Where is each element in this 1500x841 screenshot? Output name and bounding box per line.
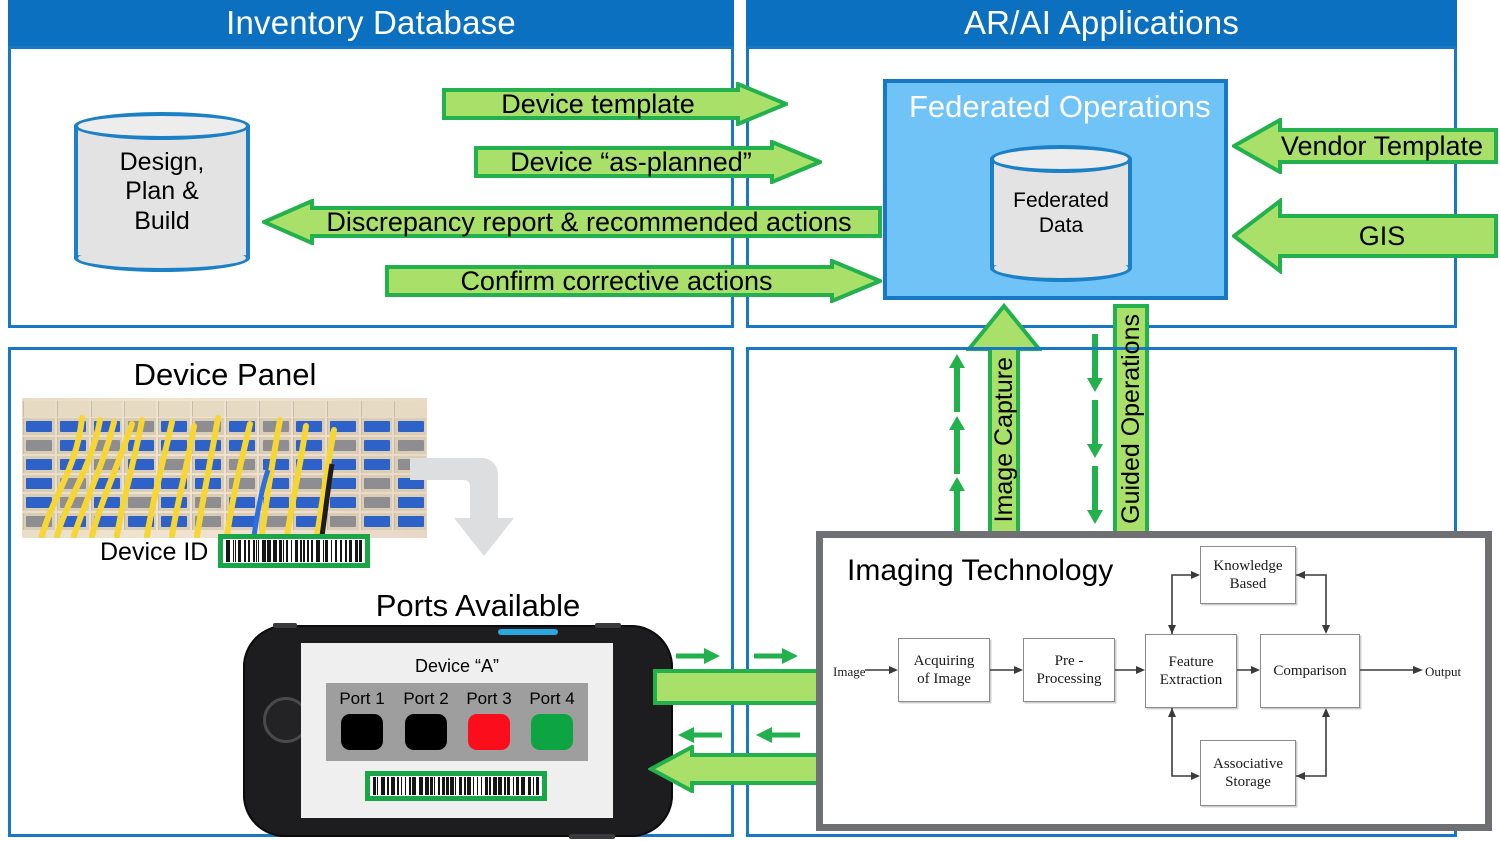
flow-arrow-label: Discrepancy report & recommended actions: [326, 206, 852, 237]
barcode-stripes: [223, 539, 365, 563]
arrow-left-icon: [648, 745, 824, 793]
cylinder-label: Design, Plan & Build: [74, 112, 250, 272]
cylinder-label: Federated Data: [990, 145, 1132, 282]
arai-applications-title: AR/AI Applications: [963, 4, 1240, 41]
ports-available-title: Ports Available: [375, 588, 581, 623]
phone-speaker: [498, 629, 558, 635]
port-cell-4[interactable]: Port 4: [522, 689, 582, 750]
imaging-to-phone-tick-arrows: [678, 727, 800, 743]
phone-screen[interactable]: Device “A” Port 1 Port 2 Port 3 Port 4: [301, 643, 613, 818]
mobile-device: Device “A” Port 1 Port 2 Port 3 Port 4: [243, 623, 673, 839]
flow-arrow-guided-operations: Guided Operations: [1112, 303, 1150, 535]
photo-fiber-cables: [39, 415, 337, 538]
cylinder-line-1: Federated: [1013, 188, 1109, 212]
flow-arrow-phone-to-imaging: [652, 668, 824, 706]
device-panel-title: Device Panel: [133, 357, 317, 392]
device-id-label: Device ID: [100, 538, 209, 566]
cylinder-line-2: Plan &: [125, 177, 199, 206]
port-cell-3[interactable]: Port 3: [459, 689, 519, 750]
flow-arrow-label: GIS: [1358, 220, 1406, 251]
port-status-indicator: [468, 714, 510, 750]
federated-operations-box: Federated Operations Federated Data: [883, 79, 1228, 300]
imaging-technology-box: Imaging Technology Image Output Acquirin…: [816, 531, 1492, 831]
flow-arrow-device-template: Device template: [442, 82, 788, 126]
inventory-database-header: Inventory Database: [8, 0, 734, 46]
port-cell-1[interactable]: Port 1: [332, 689, 392, 750]
phone-side-button: [273, 623, 297, 628]
port-status-indicator: [405, 714, 447, 750]
cylinder-line-3: Build: [134, 206, 190, 235]
arrow-bar-right-icon: [653, 669, 823, 705]
port-status-indicator: [531, 714, 573, 750]
arai-applications-header: AR/AI Applications: [746, 0, 1457, 46]
flow-arrow-label-vertical: Guided Operations: [1116, 314, 1145, 524]
port-label: Port 2: [403, 689, 449, 708]
phone-bottom-button: [569, 834, 615, 839]
flow-arrow-label: Vendor Template: [1280, 130, 1484, 161]
flow-arrow-discrepancy-report: Discrepancy report & recommended actions: [262, 199, 882, 245]
ports-grid: Port 1 Port 2 Port 3 Port 4: [326, 683, 588, 761]
device-a-barcode: [365, 771, 547, 801]
port-label: Port 3: [466, 689, 512, 708]
port-label: Port 4: [529, 689, 575, 708]
flow-arrow-image-capture: Image Capture: [966, 303, 1042, 535]
device-panel-photo: [22, 398, 427, 538]
flow-arrow-label: Confirm corrective actions: [460, 265, 773, 296]
phone-to-imaging-tick-arrows: [676, 648, 798, 664]
device-name-label: Device “A”: [414, 656, 499, 676]
federated-operations-title: Federated Operations: [909, 89, 1211, 124]
flow-arrow-device-as-planned: Device “as-planned”: [474, 140, 822, 184]
port-cell-2[interactable]: Port 2: [396, 689, 456, 750]
device-id-barcode: [218, 534, 370, 568]
imaging-connector-arrows: [865, 571, 1423, 780]
federated-data-cylinder: Federated Data: [990, 145, 1132, 282]
inventory-database-title: Inventory Database: [226, 4, 516, 41]
port-label: Port 1: [339, 689, 385, 708]
flow-arrow-label: Device template: [501, 88, 695, 119]
barcode-stripes: [370, 776, 542, 796]
flow-arrow-gis: GIS: [1232, 198, 1498, 274]
port-status-indicator: [341, 714, 383, 750]
phone-top-button: [595, 623, 621, 628]
design-plan-build-cylinder: Design, Plan & Build: [74, 112, 250, 272]
flow-arrow-confirm-corrective-actions: Confirm corrective actions: [385, 259, 882, 303]
workflow-elbow-arrow-icon: [410, 458, 514, 556]
flow-arrow-label-vertical: Image Capture: [989, 357, 1018, 523]
cylinder-line-1: Design,: [119, 147, 205, 176]
cylinder-line-2: Data: [1038, 213, 1084, 237]
flow-arrow-label: Device “as-planned”: [510, 146, 752, 177]
flow-arrow-imaging-to-phone: [648, 745, 824, 793]
flow-arrow-vendor-template: Vendor Template: [1232, 118, 1498, 174]
